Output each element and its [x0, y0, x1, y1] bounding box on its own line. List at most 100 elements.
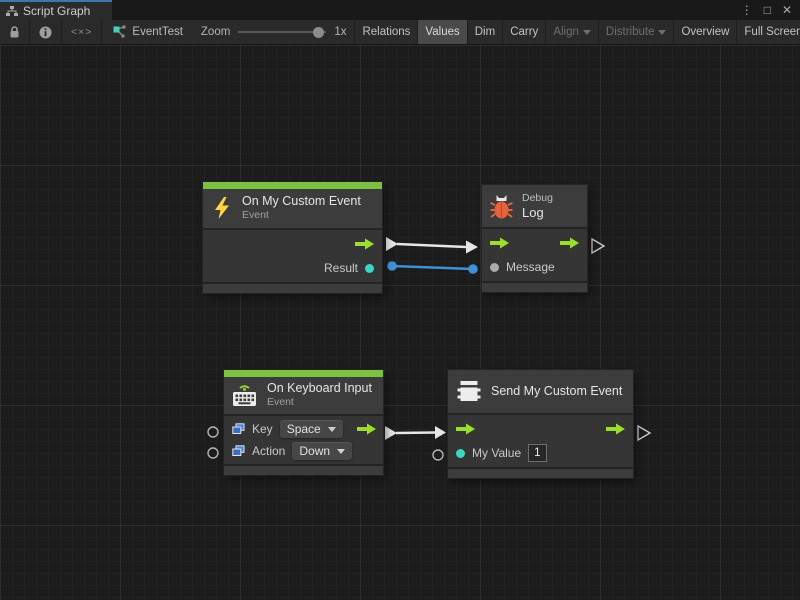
distribute-button[interactable]: Distribute — [598, 20, 674, 44]
lock-button[interactable] — [0, 20, 30, 44]
flow-in-arrow-icon[interactable] — [456, 423, 475, 435]
inspect-button[interactable] — [30, 20, 62, 44]
code-icon: <×> — [71, 26, 92, 38]
fullscreen-label: Full Screen — [744, 26, 800, 38]
zoom-slider[interactable] — [238, 26, 326, 38]
event-colorbar — [203, 182, 382, 189]
node-on-keyboard-input[interactable]: On Keyboard Input Event Key Space — [224, 370, 383, 475]
carry-button[interactable]: Carry — [502, 20, 545, 44]
zoom-value: 1x — [334, 26, 346, 38]
node-title: On My Custom Event — [242, 194, 361, 209]
close-icon[interactable]: ✕ — [782, 4, 792, 16]
node-header: Send My Custom Event — [448, 370, 633, 413]
lightning-bolt-icon — [211, 196, 233, 220]
node-header: On My Custom Event Event — [203, 189, 382, 228]
result-label: Result — [324, 261, 358, 275]
script-graph-asset-icon — [112, 25, 126, 39]
result-value-port[interactable] — [365, 264, 374, 273]
event-machine-icon — [456, 379, 482, 404]
node-debug-log[interactable]: Debug Log Message — [482, 185, 587, 292]
node-surtitle: Debug — [522, 192, 553, 205]
chevron-down-icon — [328, 427, 336, 432]
node-on-my-custom-event[interactable]: On My Custom Event Event Result — [203, 182, 382, 293]
connection-flow-event-to-log[interactable] — [386, 237, 478, 254]
fullscreen-button[interactable]: Full Screen — [736, 20, 800, 44]
tab-label: Script Graph — [23, 4, 90, 18]
action-dropdown[interactable]: Down — [292, 442, 352, 460]
dim-label: Dim — [475, 26, 495, 38]
graph-canvas[interactable]: On My Custom Event Event Result — [0, 45, 800, 600]
flow-out-arrow-icon[interactable] — [357, 423, 376, 435]
maximize-icon[interactable]: □ — [764, 4, 771, 16]
node-title: Send My Custom Event — [491, 384, 622, 399]
align-button[interactable]: Align — [545, 20, 598, 44]
node-subtitle: Event — [267, 396, 372, 409]
node-footer — [482, 283, 587, 292]
key-input-port[interactable] — [208, 427, 218, 437]
node-body: Message — [482, 227, 587, 283]
window-titlebar: Script Graph ⋮ □ ✕ — [0, 0, 800, 20]
zoom-control: Zoom 1x — [193, 20, 355, 44]
graph-breadcrumb[interactable]: EventTest — [102, 20, 193, 44]
debug-log-exit-port[interactable] — [592, 239, 604, 253]
result-output-row: Result — [203, 256, 382, 280]
overview-label: Overview — [681, 26, 729, 38]
info-icon — [39, 26, 52, 39]
flow-out-arrow-icon[interactable] — [560, 237, 579, 249]
node-body: Result — [203, 228, 382, 284]
message-input-row: Message — [482, 255, 587, 279]
graph-hierarchy-icon — [6, 5, 18, 17]
my-value-label: My Value — [472, 446, 521, 460]
graph-name: EventTest — [132, 26, 183, 38]
edit-source-button[interactable]: <×> — [62, 20, 102, 44]
node-subtitle: Event — [242, 209, 361, 222]
chevron-down-icon — [583, 30, 591, 35]
action-input-port[interactable] — [208, 448, 218, 458]
action-dropdown-value: Down — [299, 444, 330, 458]
align-label: Align — [553, 26, 579, 38]
tab-script-graph[interactable]: Script Graph — [0, 0, 112, 20]
node-footer — [224, 466, 383, 475]
node-send-my-custom-event[interactable]: Send My Custom Event My Value 1 — [448, 370, 633, 478]
node-footer — [448, 469, 633, 478]
debug-bug-icon — [490, 193, 513, 220]
message-value-port[interactable] — [490, 263, 499, 272]
enum-windows-icon — [232, 445, 245, 457]
my-value-input-port[interactable] — [433, 450, 443, 460]
key-dropdown[interactable]: Space — [280, 420, 343, 438]
node-title: Log — [522, 205, 553, 220]
connection-value-result-to-message[interactable] — [387, 261, 478, 274]
dim-button[interactable]: Dim — [467, 20, 502, 44]
distribute-label: Distribute — [606, 26, 655, 38]
flow-out-arrow-icon[interactable] — [355, 238, 374, 250]
send-event-exit-port[interactable] — [638, 426, 650, 440]
enum-windows-icon — [232, 423, 245, 435]
flow-row — [448, 417, 633, 441]
relations-label: Relations — [362, 26, 410, 38]
flow-out-arrow-icon[interactable] — [606, 423, 625, 435]
my-value-field[interactable]: 1 — [528, 444, 546, 462]
window-menu-icon[interactable]: ⋮ — [741, 4, 753, 16]
window-controls: ⋮ □ ✕ — [741, 0, 800, 20]
zoom-label: Zoom — [201, 26, 230, 38]
node-body: Key Space Action Down — [224, 414, 383, 466]
flow-in-arrow-icon[interactable] — [490, 237, 509, 249]
chevron-down-icon — [658, 30, 666, 35]
connections-layer — [0, 45, 800, 600]
node-title: On Keyboard Input — [267, 381, 372, 396]
my-value-input-row: My Value 1 — [448, 441, 633, 465]
node-header: Debug Log — [482, 185, 587, 227]
overview-button[interactable]: Overview — [673, 20, 736, 44]
action-input-row: Action Down — [224, 440, 383, 462]
node-header: On Keyboard Input Event — [224, 377, 383, 414]
connection-flow-keyboard-to-send[interactable] — [385, 426, 446, 440]
zoom-slider-handle[interactable] — [313, 27, 324, 38]
lock-icon — [9, 26, 20, 39]
values-button[interactable]: Values — [417, 20, 466, 44]
message-label: Message — [506, 260, 555, 274]
key-dropdown-value: Space — [287, 422, 321, 436]
event-colorbar — [224, 370, 383, 377]
values-label: Values — [425, 26, 459, 38]
my-value-port[interactable] — [456, 449, 465, 458]
relations-button[interactable]: Relations — [354, 20, 417, 44]
